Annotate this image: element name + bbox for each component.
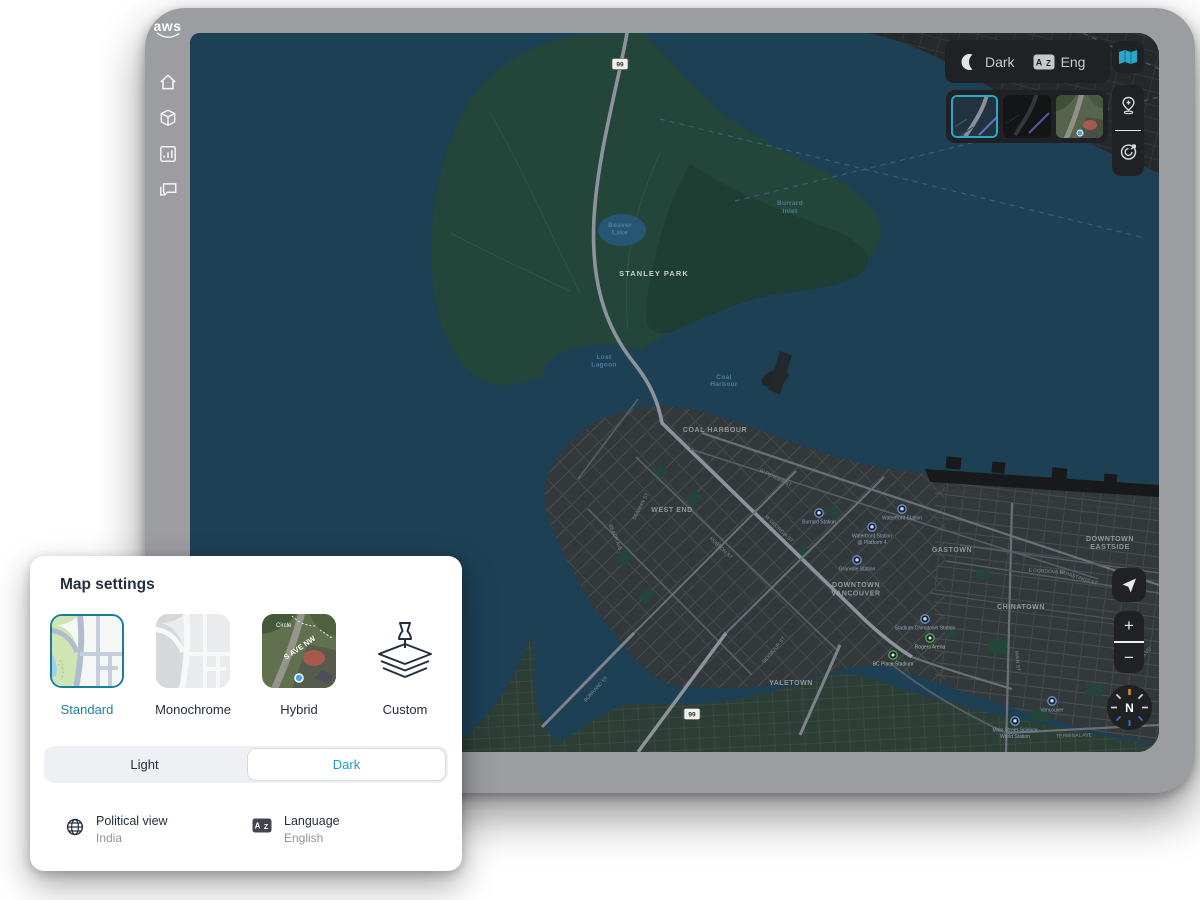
svg-text:Z: Z [264,824,269,831]
svg-text:99: 99 [616,61,624,68]
svg-text:Stadium-Chinatown Station: Stadium-Chinatown Station [895,626,956,632]
language-button[interactable]: A Z Eng [1033,54,1092,70]
style-option-monochrome[interactable]: Monochrome [154,614,232,717]
style-option-hybrid[interactable]: Circle S AVE NW Hybrid [260,614,338,717]
page: aws [0,0,1200,900]
map-style-options: Standard Monochrome [30,614,462,717]
svg-text:CHINATOWN: CHINATOWN [997,604,1045,611]
theme-option-dark[interactable]: Dark [247,748,446,781]
svg-text:Z: Z [1046,59,1051,68]
zoom-control: + − [1114,611,1144,673]
globe-icon [66,818,84,841]
language-setting-label: Language [284,814,340,828]
sidebar-item-services[interactable] [158,108,178,128]
svg-text:DOWNTOWNVANCOUVER: DOWNTOWNVANCOUVER [831,582,880,598]
routing-button[interactable] [1119,142,1138,166]
svg-text:Circle: Circle [276,623,292,629]
zoom-in-button[interactable]: + [1114,611,1144,641]
add-place-button[interactable] [1119,96,1138,120]
style-option-custom[interactable]: Custom [366,614,444,717]
svg-text:Waterfront Station: Waterfront Station [882,516,922,522]
svg-text:DOWNTOWNEASTSIDE: DOWNTOWNEASTSIDE [1086,536,1134,551]
hybrid-thumbnail: Circle S AVE NW [262,614,336,688]
locate-me-button[interactable] [1112,568,1146,602]
chat-icon [158,180,178,200]
aws-smile-icon [155,32,181,40]
sidebar-item-feedback[interactable] [158,180,178,200]
language-label: Eng [1061,54,1086,70]
monochrome-thumbnail [156,614,230,688]
style-switcher [946,90,1108,143]
svg-text:Rogers Arena: Rogers Arena [915,645,946,651]
style-thumb-monochrome[interactable] [1003,95,1050,138]
language-setting-button[interactable]: A Z Language English [252,814,340,845]
stack-divider [1115,130,1141,131]
navigation-arrow-icon [1119,575,1139,595]
svg-text:Waterfront Station@ Platform 4: Waterfront Station@ Platform 4 [852,534,892,547]
route-compass-icon [1119,142,1138,161]
style-label-custom: Custom [383,702,428,717]
compass-button[interactable]: N [1107,685,1152,730]
style-label-hybrid: Hybrid [280,702,318,717]
theme-label: Dark [985,54,1015,70]
pin-plus-icon [1119,96,1138,115]
language-setting-value: English [284,831,340,845]
svg-text:A: A [1035,57,1042,67]
style-label-monochrome: Monochrome [155,702,231,717]
svg-text:GASTOWN: GASTOWN [932,547,972,554]
svg-text:99: 99 [688,711,696,718]
style-label-standard: Standard [61,702,114,717]
layers-pin-icon [373,618,437,684]
svg-text:TERMINAL AVE: TERMINAL AVE [1056,732,1093,739]
zoom-out-button[interactable]: − [1114,643,1144,673]
monochrome-style-preview [1003,95,1050,138]
sidebar-item-analytics[interactable] [158,144,178,164]
political-view-label: Political view [96,814,168,828]
home-icon [158,72,178,92]
svg-text:BC Place Stadium: BC Place Stadium [873,662,914,668]
theme-segmented-control: Light Dark [44,746,448,783]
panel-title: Map settings [60,576,462,594]
sidebar-item-home[interactable] [158,72,178,92]
bar-chart-icon [158,144,178,164]
standard-thumbnail [50,614,124,688]
svg-text:YALETOWN: YALETOWN [769,680,813,687]
style-thumb-dark[interactable] [951,95,998,138]
custom-thumbnail [368,614,442,688]
theme-toggle-button[interactable]: Dark [959,52,1021,72]
map-tools-stack [1112,85,1144,176]
compass-north-label: N [1125,701,1134,715]
package-icon [158,108,178,128]
svg-text:STANLEY PARK: STANLEY PARK [619,269,689,278]
map-toolbar-pill: Dark A Z Eng [945,40,1110,83]
theme-option-light[interactable]: Light [46,748,243,781]
folded-map-icon [1118,49,1138,65]
translate-az-icon: A Z [1033,54,1055,70]
satellite-style-preview [1056,95,1103,138]
style-option-standard[interactable]: Standard [48,614,126,717]
map-style-button[interactable] [1112,41,1144,73]
aws-logo-text: aws [154,20,182,32]
svg-text:Granville Station: Granville Station [839,567,876,573]
svg-text:WEST END: WEST END [651,507,692,514]
aws-logo[interactable]: aws [154,20,182,40]
dark-style-preview [953,97,998,138]
svg-text:COAL HARBOUR: COAL HARBOUR [683,427,747,434]
svg-text:A: A [255,822,261,831]
language-az-icon: A Z [252,818,272,838]
svg-text:Vancouver: Vancouver [1040,708,1064,714]
panel-footer: Political view India A Z Language Englis… [30,814,462,845]
political-view-value: India [96,831,168,845]
map-settings-panel: Map settings Standard [30,556,462,871]
political-view-button[interactable]: Political view India [66,814,216,845]
style-thumb-satellite[interactable] [1056,95,1103,138]
moon-icon [959,52,979,72]
svg-text:Burrard Station: Burrard Station [802,520,836,526]
